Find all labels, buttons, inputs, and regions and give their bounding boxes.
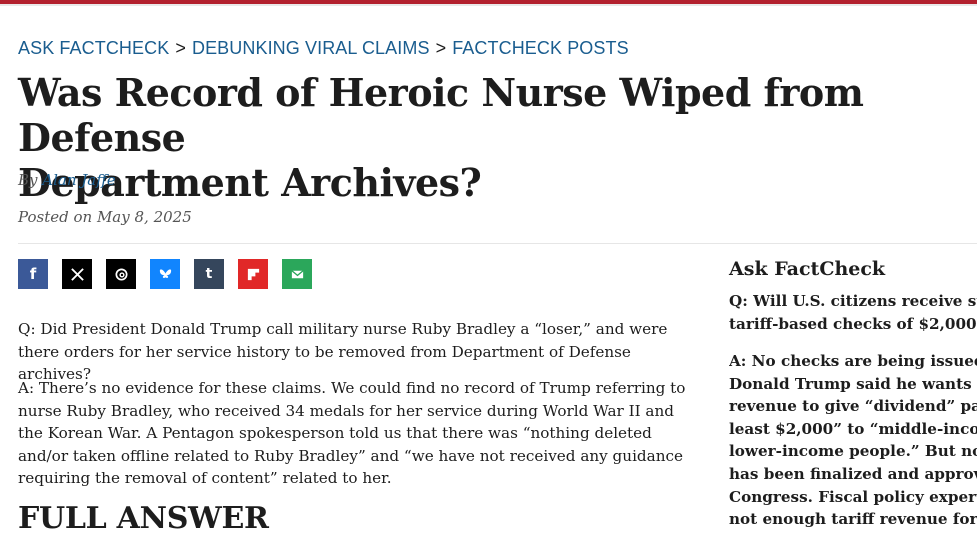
breadcrumb: ASK FACTCHECK > DEBUNKING VIRAL CLAIMS > FAC…	[18, 38, 629, 59]
breadcrumb-separator: >	[175, 38, 186, 58]
posted-date: Posted on May 8, 2025	[18, 208, 192, 226]
flipboard-icon	[247, 268, 259, 280]
tumblr-icon: t	[205, 266, 213, 282]
sidebar-answer-line: A: No checks are being issued. Pre	[729, 352, 977, 370]
sidebar-answer-line: Donald Trump said he wants to us	[729, 374, 977, 393]
page-title: Was Record of Heroic Nurse Wiped from De…	[18, 70, 958, 205]
bluesky-icon	[159, 268, 171, 278]
sidebar-answer: A: No checks are being issued. Pre Donal…	[729, 350, 977, 531]
header-divider	[18, 243, 977, 244]
full-answer-heading: FULL ANSWER	[18, 501, 269, 536]
share-bluesky-button[interactable]	[150, 259, 180, 289]
sidebar-answer-line: lower-income people.” But no forr	[729, 442, 977, 461]
breadcrumb-factcheck-posts[interactable]: FACTCHECK POSTS	[452, 38, 629, 58]
sidebar-answer-line: not enough tariff revenue for that	[729, 510, 977, 529]
answer-paragraph: A: There’s no evidence for these claims.…	[18, 379, 686, 487]
breadcrumb-debunking-viral-claims[interactable]: DEBUNKING VIRAL CLAIMS	[192, 38, 430, 58]
sidebar-question[interactable]: Q: Will U.S. citizens receive stimul tar…	[729, 290, 977, 335]
sidebar-answer-line: has been finalized and approved b	[729, 464, 977, 483]
breadcrumb-ask-factcheck[interactable]: ASK FACTCHECK	[18, 38, 169, 58]
byline-prefix: By	[18, 171, 38, 189]
sidebar-answer-line: Congress. Fiscal policy experts sa	[729, 487, 977, 506]
share-flipboard-button[interactable]	[238, 259, 268, 289]
threads-icon	[115, 268, 127, 280]
share-x-button[interactable]	[62, 259, 92, 289]
top-bar-shadow	[0, 4, 977, 6]
facebook-icon: f	[29, 265, 37, 283]
question-paragraph: Q: Did President Donald Trump call milit…	[18, 320, 668, 383]
sidebar-answer-line: revenue to give “dividend” payme	[729, 397, 977, 416]
author-link[interactable]: Alan Jaffe	[42, 171, 115, 189]
sidebar-answer-line: least $2,000” to “middle-income p	[729, 419, 977, 438]
x-icon	[70, 267, 84, 281]
share-facebook-button[interactable]: f	[18, 259, 48, 289]
sidebar-question-line: tariff-based checks of $2,000 in N	[729, 314, 977, 333]
title-line-1: Was Record of Heroic Nurse Wiped from De…	[18, 70, 864, 160]
share-email-button[interactable]	[282, 259, 312, 289]
share-tumblr-button[interactable]: t	[194, 259, 224, 289]
share-threads-button[interactable]	[106, 259, 136, 289]
sidebar-question-line: Q: Will U.S. citizens receive stimul	[729, 292, 977, 310]
byline: By Alan Jaffe	[18, 171, 116, 189]
share-bar: f t	[18, 259, 312, 289]
breadcrumb-separator: >	[435, 38, 447, 58]
email-icon	[290, 269, 304, 278]
sidebar-title[interactable]: Ask FactCheck	[729, 258, 885, 280]
